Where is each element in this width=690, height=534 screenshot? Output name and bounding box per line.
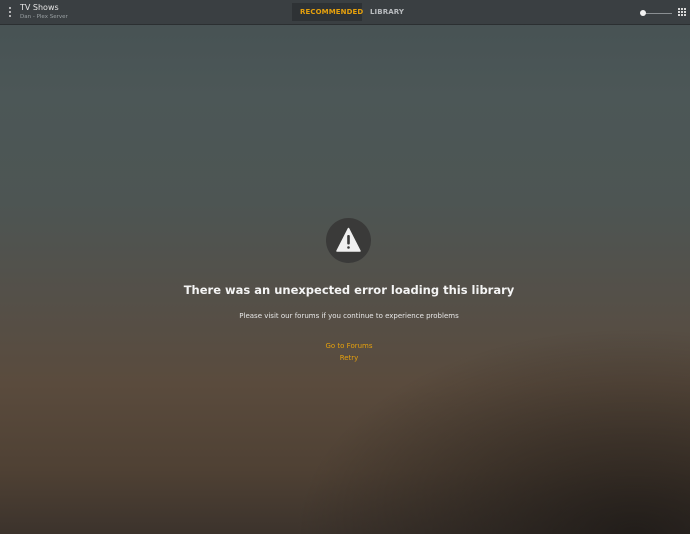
server-name: Dan - Plex Server	[20, 14, 68, 20]
tab-recommended[interactable]: RECOMMENDED	[292, 3, 363, 21]
more-vertical-icon[interactable]	[7, 7, 13, 18]
slider-knob[interactable]	[640, 9, 646, 16]
warning-icon	[326, 218, 371, 263]
tab-bar: RECOMMENDED LIBRARY	[292, 3, 408, 21]
tab-library[interactable]: LIBRARY	[362, 3, 408, 21]
slider-track	[642, 12, 672, 14]
top-bar: TV Shows Dan - Plex Server RECOMMENDED L…	[0, 0, 690, 25]
library-title-block: TV Shows Dan - Plex Server	[20, 3, 68, 21]
library-title: TV Shows	[20, 3, 59, 12]
grid-view-icon[interactable]	[678, 8, 686, 16]
retry-link[interactable]: Retry	[0, 354, 690, 362]
error-title: There was an unexpected error loading th…	[183, 283, 515, 297]
size-slider[interactable]	[640, 9, 672, 17]
go-to-forums-link[interactable]: Go to Forums	[0, 342, 690, 350]
error-message: Please visit our forums if you continue …	[239, 312, 459, 320]
